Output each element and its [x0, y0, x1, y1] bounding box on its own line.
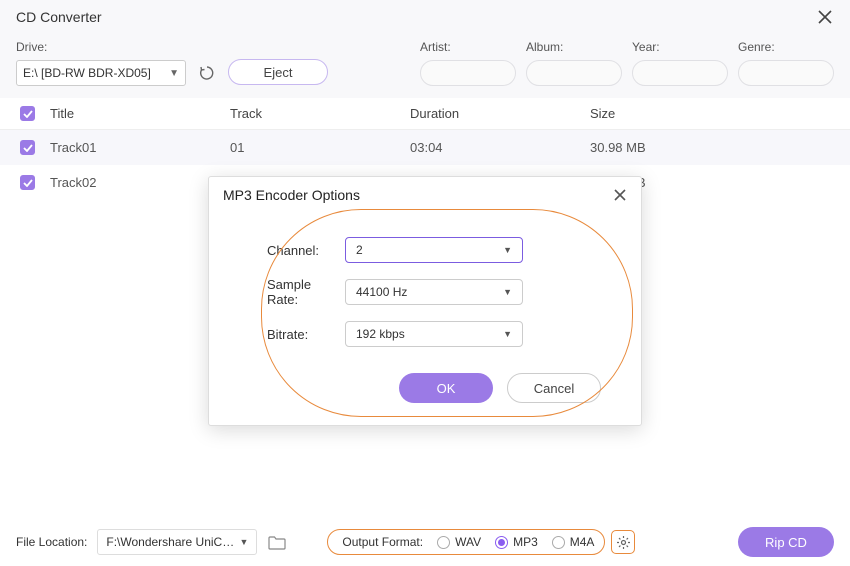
- sample-rate-select[interactable]: 44100 Hz ▼: [345, 279, 523, 305]
- drive-group: Drive: E:\ [BD-RW BDR-XD05] ▼: [16, 40, 186, 86]
- artist-group: Artist:: [420, 40, 516, 86]
- output-format-label: Output Format:: [342, 535, 423, 549]
- window-title: CD Converter: [16, 9, 102, 25]
- artist-label: Artist:: [420, 40, 516, 54]
- mp3-label: MP3: [513, 535, 538, 549]
- cell-track: 01: [230, 140, 410, 155]
- cell-size: 30.98 MB: [590, 140, 830, 155]
- table-header: Title Track Duration Size: [0, 98, 850, 130]
- genre-group: Genre:: [738, 40, 834, 86]
- ok-label: OK: [437, 381, 456, 396]
- cell-title: Track01: [50, 140, 230, 155]
- artist-input[interactable]: [420, 60, 516, 86]
- bitrate-value: 192 kbps: [356, 327, 405, 341]
- titlebar: CD Converter: [0, 0, 850, 34]
- year-input[interactable]: [632, 60, 728, 86]
- encoder-dialog: MP3 Encoder Options Channel: 2 ▼ Sample …: [208, 176, 642, 426]
- gear-icon: [616, 535, 631, 550]
- chevron-down-icon: ▼: [503, 245, 512, 255]
- year-group: Year:: [632, 40, 728, 86]
- genre-input[interactable]: [738, 60, 834, 86]
- rip-cd-button[interactable]: Rip CD: [738, 527, 834, 557]
- output-format-group: Output Format: WAV MP3 M4A: [327, 529, 605, 555]
- rip-label: Rip CD: [765, 535, 807, 550]
- row-checkbox[interactable]: [20, 140, 35, 155]
- dialog-title: MP3 Encoder Options: [223, 187, 360, 203]
- chevron-down-icon: ▼: [503, 287, 512, 297]
- file-location-select[interactable]: F:\Wondershare UniConverter ▼: [97, 529, 257, 555]
- cancel-label: Cancel: [534, 381, 574, 396]
- refresh-button[interactable]: [196, 62, 218, 84]
- top-controls: Drive: E:\ [BD-RW BDR-XD05] ▼ Eject Arti…: [0, 34, 850, 98]
- year-label: Year:: [632, 40, 728, 54]
- bitrate-select[interactable]: 192 kbps ▼: [345, 321, 523, 347]
- folder-icon[interactable]: [267, 533, 287, 551]
- bottom-bar: File Location: F:\Wondershare UniConvert…: [0, 518, 850, 566]
- table-row[interactable]: Track01 01 03:04 30.98 MB: [0, 130, 850, 165]
- file-location-label: File Location:: [16, 535, 87, 549]
- sample-rate-value: 44100 Hz: [356, 285, 407, 299]
- cell-title: Track02: [50, 175, 230, 190]
- album-label: Album:: [526, 40, 622, 54]
- drive-select[interactable]: E:\ [BD-RW BDR-XD05] ▼: [16, 60, 186, 86]
- chevron-down-icon: ▼: [169, 68, 179, 79]
- ok-button[interactable]: OK: [399, 373, 493, 403]
- genre-label: Genre:: [738, 40, 834, 54]
- wav-label: WAV: [455, 535, 481, 549]
- dialog-close-icon[interactable]: [613, 188, 627, 202]
- close-icon[interactable]: [816, 8, 834, 26]
- radio-mp3[interactable]: MP3: [495, 535, 538, 549]
- cell-duration: 03:04: [410, 140, 590, 155]
- channel-value: 2: [356, 243, 363, 257]
- dialog-header: MP3 Encoder Options: [209, 177, 641, 213]
- row-checkbox[interactable]: [20, 175, 35, 190]
- file-location-value: F:\Wondershare UniConverter: [106, 535, 239, 549]
- bitrate-label: Bitrate:: [237, 327, 345, 342]
- eject-label: Eject: [264, 65, 293, 80]
- dialog-buttons: OK Cancel: [237, 373, 601, 403]
- select-all-checkbox[interactable]: [20, 106, 35, 121]
- cancel-button[interactable]: Cancel: [507, 373, 601, 403]
- channel-label: Channel:: [237, 243, 345, 258]
- channel-select[interactable]: 2 ▼: [345, 237, 523, 263]
- radio-m4a[interactable]: M4A: [552, 535, 595, 549]
- channel-row: Channel: 2 ▼: [237, 237, 613, 263]
- col-title: Title: [50, 106, 230, 121]
- dialog-body: Channel: 2 ▼ Sample Rate: 44100 Hz ▼ Bit…: [209, 213, 641, 425]
- col-duration: Duration: [410, 106, 590, 121]
- settings-button[interactable]: [611, 530, 635, 554]
- radio-wav[interactable]: WAV: [437, 535, 481, 549]
- album-input[interactable]: [526, 60, 622, 86]
- col-size: Size: [590, 106, 830, 121]
- bitrate-row: Bitrate: 192 kbps ▼: [237, 321, 613, 347]
- m4a-label: M4A: [570, 535, 595, 549]
- col-track: Track: [230, 106, 410, 121]
- eject-button[interactable]: Eject: [228, 59, 328, 85]
- drive-label: Drive:: [16, 40, 186, 54]
- album-group: Album:: [526, 40, 622, 86]
- drive-value: E:\ [BD-RW BDR-XD05]: [23, 66, 151, 80]
- chevron-down-icon: ▼: [503, 329, 512, 339]
- chevron-down-icon: ▼: [239, 537, 248, 547]
- sample-rate-row: Sample Rate: 44100 Hz ▼: [237, 277, 613, 307]
- sample-rate-label: Sample Rate:: [237, 277, 345, 307]
